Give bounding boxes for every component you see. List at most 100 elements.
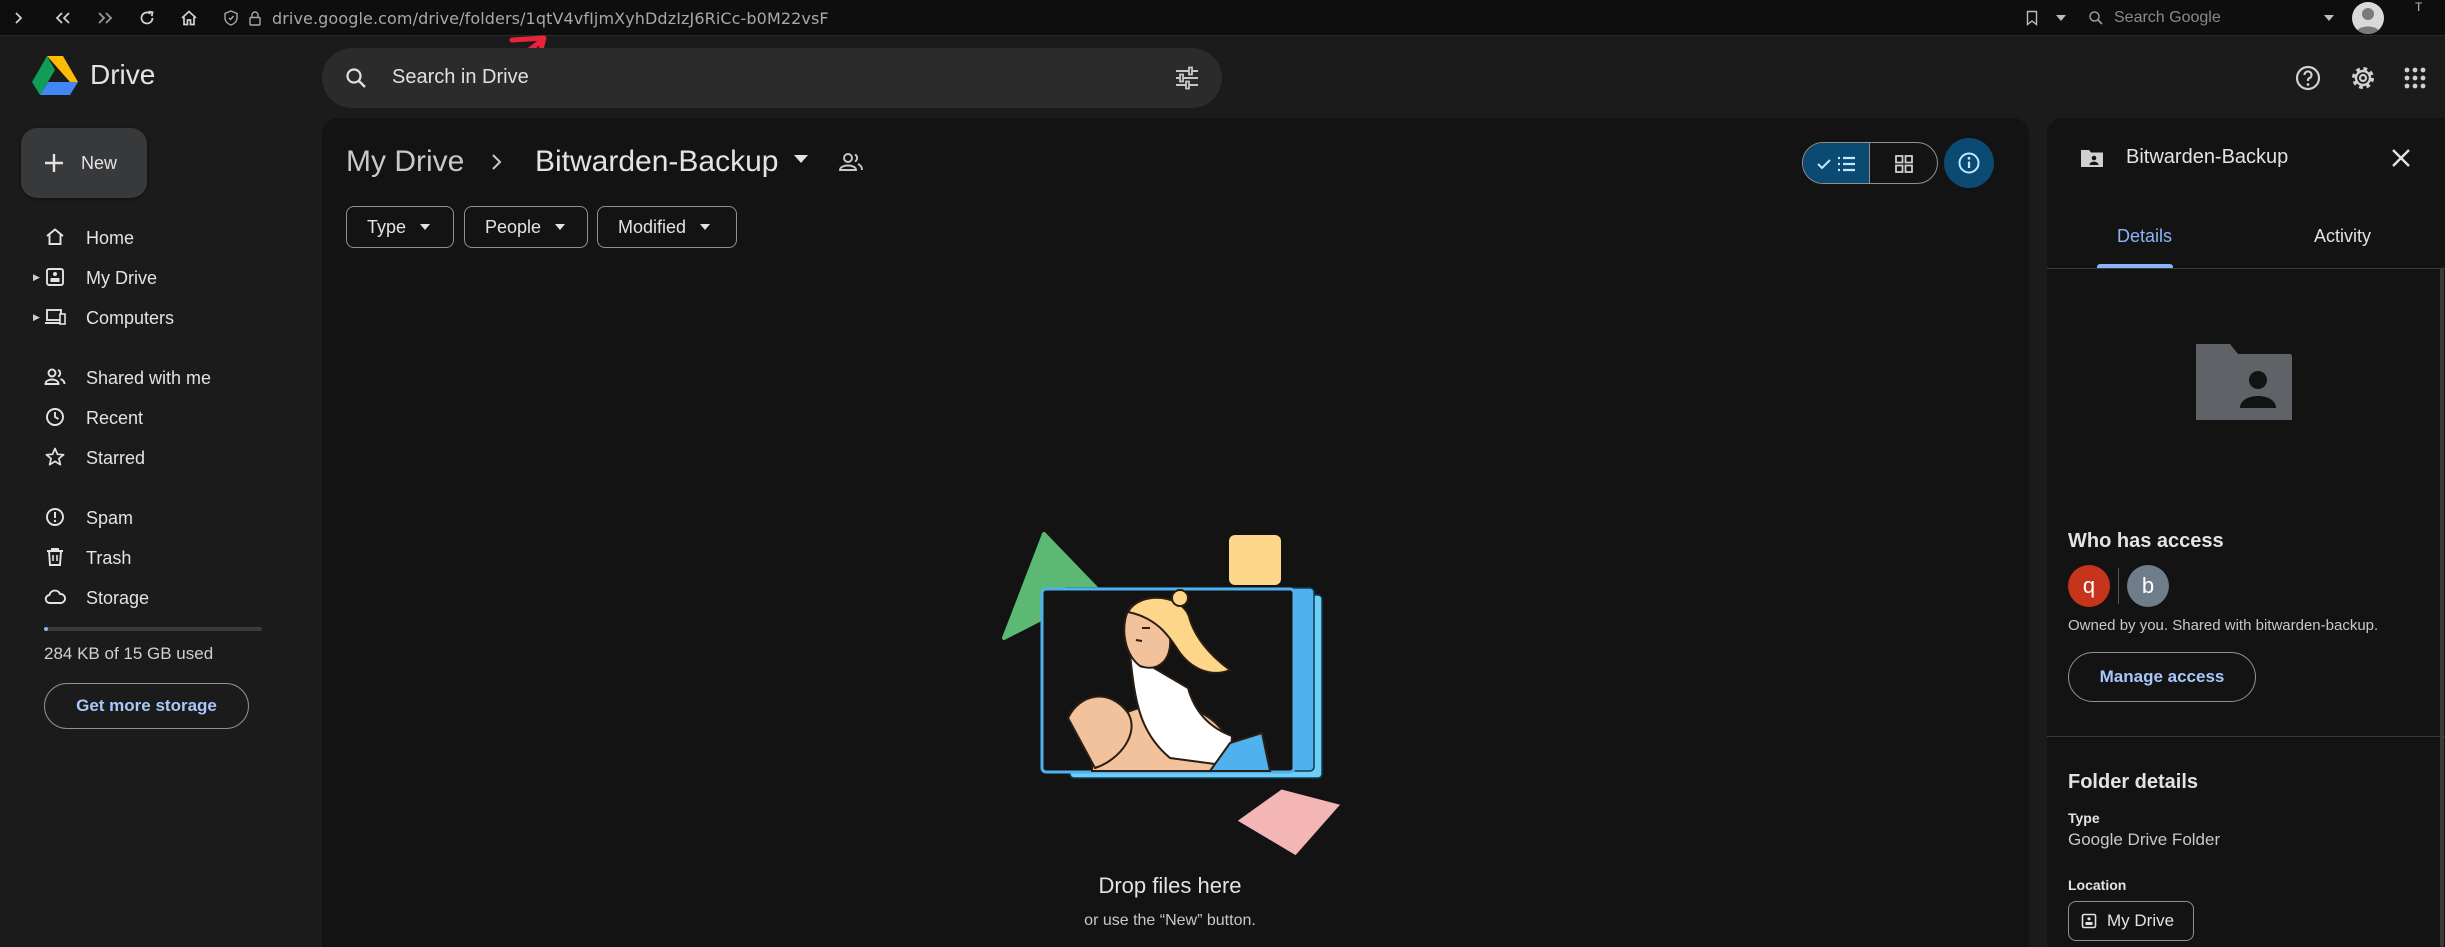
sidebar-item-recent[interactable]: Recent xyxy=(0,399,310,435)
new-button[interactable]: New xyxy=(21,128,147,198)
search-icon xyxy=(346,68,366,88)
reload-icon[interactable] xyxy=(134,5,160,31)
drive-logo[interactable]: Drive xyxy=(32,55,155,95)
clock-icon xyxy=(44,406,66,428)
expand-caret-icon[interactable]: ▶ xyxy=(33,312,40,323)
avatar-letter: q xyxy=(2082,573,2096,598)
sidebar-item-shared-with-me[interactable]: Shared with me xyxy=(0,359,310,395)
tab-activity[interactable]: Activity xyxy=(2314,226,2371,247)
shared-folder-icon[interactable] xyxy=(838,150,864,174)
avatar[interactable]: b xyxy=(2127,565,2169,607)
drive-logo-icon xyxy=(32,56,78,95)
my-drive-icon xyxy=(44,266,66,288)
sidebar-item-label: Trash xyxy=(86,548,132,568)
chevron-down-icon xyxy=(420,224,431,230)
storage-usage-fill xyxy=(44,627,49,631)
who-has-access-heading: Who has access xyxy=(2068,530,2224,552)
grid-view-button[interactable] xyxy=(1870,143,1937,183)
lock-icon[interactable] xyxy=(242,5,268,31)
sidebar-item-label: Recent xyxy=(86,408,144,428)
sidebar-item-label: Home xyxy=(86,228,135,248)
apps-grid-icon[interactable] xyxy=(2399,62,2431,94)
cloud-icon xyxy=(44,586,66,608)
sidebar-item-my-drive[interactable]: ▶ My Drive xyxy=(0,259,310,295)
filter-people-chip[interactable]: People xyxy=(464,206,588,248)
breadcrumb-chevron-icon xyxy=(492,154,502,170)
expand-caret-icon[interactable]: ▶ xyxy=(33,272,40,283)
shield-icon[interactable] xyxy=(218,5,244,31)
bookmark-dropdown-icon[interactable] xyxy=(2048,5,2074,31)
sharing-summary: Owned by you. Shared with bitwarden-back… xyxy=(2068,617,2379,634)
sidebar-item-computers[interactable]: ▶ Computers xyxy=(0,299,310,335)
spam-icon xyxy=(44,506,66,528)
search-icon xyxy=(2089,11,2103,25)
info-icon xyxy=(1958,152,1980,174)
sidebar-item-label: Storage xyxy=(86,588,150,608)
sidebar-toggle-icon[interactable] xyxy=(6,5,32,31)
storage-usage-bar xyxy=(44,627,262,631)
filter-modified-chip[interactable]: Modified xyxy=(597,206,737,248)
layout-toggle xyxy=(1802,142,1938,184)
filter-chip-label: Modified xyxy=(618,216,687,237)
tab-details[interactable]: Details xyxy=(2117,226,2172,247)
sidebar-item-home[interactable]: Home xyxy=(0,219,310,255)
filter-type-chip[interactable]: Type xyxy=(346,206,454,248)
home-icon xyxy=(44,226,66,248)
location-chip[interactable]: My Drive xyxy=(2068,901,2194,941)
search-engine-dropdown-icon[interactable] xyxy=(2316,5,2342,31)
search-options-icon[interactable] xyxy=(1174,66,1200,90)
type-value: Google Drive Folder xyxy=(2068,830,2221,849)
filter-chip-label: Type xyxy=(367,216,407,237)
browser-toolbar: drive.google.com/drive/folders/1qtV4vfIj… xyxy=(0,0,2445,36)
bookmark-icon[interactable] xyxy=(2019,5,2045,31)
list-icon xyxy=(1838,156,1855,172)
folder-dropdown-icon[interactable] xyxy=(794,155,808,163)
shared-folder-preview-icon xyxy=(2196,344,2292,420)
star-icon xyxy=(44,446,66,468)
back-icon[interactable] xyxy=(50,5,76,31)
details-panel-title: Bitwarden-Backup xyxy=(2126,146,2289,168)
trash-icon xyxy=(44,546,66,568)
section-divider xyxy=(2047,736,2445,737)
check-icon xyxy=(1817,159,1831,170)
avatar[interactable]: q xyxy=(2068,565,2110,607)
sidebar-item-starred[interactable]: Starred xyxy=(0,439,310,475)
close-icon[interactable] xyxy=(2389,146,2413,170)
search-placeholder: Search in Drive xyxy=(392,66,529,88)
list-view-button[interactable] xyxy=(1803,143,1870,183)
help-icon[interactable] xyxy=(2292,62,2324,94)
browser-search-placeholder: Search Google xyxy=(2114,9,2221,26)
new-button-label: New xyxy=(81,152,118,173)
manage-access-button[interactable]: Manage access xyxy=(2068,652,2256,702)
drive-search-input[interactable]: Search in Drive xyxy=(322,48,1222,108)
forward-icon[interactable] xyxy=(92,5,118,31)
breadcrumb-my-drive[interactable]: My Drive xyxy=(346,145,464,179)
app-name: Drive xyxy=(90,59,156,90)
breadcrumb-current-folder[interactable]: Bitwarden-Backup xyxy=(535,145,778,179)
avatar-letter: b xyxy=(2141,573,2155,598)
chevron-down-icon xyxy=(555,224,566,230)
sidebar-item-storage[interactable]: Storage xyxy=(0,579,310,615)
grid-icon xyxy=(1894,155,1913,173)
plus-icon xyxy=(45,154,63,172)
corner-text: T xyxy=(2415,0,2423,14)
sidebar-item-trash[interactable]: Trash xyxy=(0,539,310,575)
filter-chip-label: People xyxy=(485,216,542,237)
empty-folder-illustration xyxy=(1002,532,1340,856)
url-bar[interactable]: drive.google.com/drive/folders/1qtV4vfIj… xyxy=(272,9,829,28)
chevron-down-icon xyxy=(700,224,711,230)
sidebar-item-label: Shared with me xyxy=(86,368,212,388)
sidebar-item-spam[interactable]: Spam xyxy=(0,499,310,535)
home-page-icon[interactable] xyxy=(176,5,202,31)
avatar-divider xyxy=(2118,568,2119,604)
sidebar-item-label: Starred xyxy=(86,448,146,468)
details-scrollbar[interactable] xyxy=(2440,268,2444,947)
get-more-storage-button[interactable]: Get more storage xyxy=(44,683,249,729)
my-drive-icon xyxy=(2081,913,2097,929)
browser-search-field[interactable]: Search Google xyxy=(2088,8,2338,28)
settings-gear-icon[interactable] xyxy=(2347,62,2379,94)
computers-icon xyxy=(44,306,66,328)
view-details-button[interactable] xyxy=(1944,138,1994,188)
sidebar-item-label: Computers xyxy=(86,308,175,328)
profile-avatar[interactable] xyxy=(2352,2,2384,34)
